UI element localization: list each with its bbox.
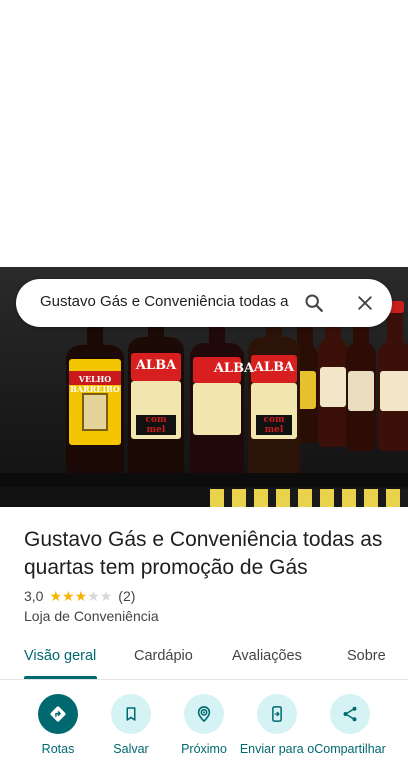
save-button[interactable]: Salvar — [91, 694, 171, 756]
directions-label: Rotas — [41, 742, 75, 756]
nearby-label: Próximo — [181, 742, 227, 756]
star-icon: ★ — [99, 588, 113, 604]
nearby-icon — [184, 694, 224, 734]
nearby-button[interactable]: Próximo — [164, 694, 244, 756]
tab-overview[interactable]: Visão geral — [24, 648, 96, 664]
star-icon: ★ — [87, 588, 100, 604]
tab-indicator — [24, 676, 97, 679]
send-to-phone-icon — [257, 694, 297, 734]
directions-button[interactable]: Rotas — [18, 694, 98, 756]
bottle-alba: ALBA com mel — [248, 297, 300, 477]
tab-reviews[interactable]: Avaliações — [232, 648, 302, 664]
star-icon: ★ — [62, 588, 75, 604]
tab-menu[interactable]: Cardápio — [134, 648, 193, 664]
bottle — [378, 301, 408, 451]
shelf — [0, 473, 408, 487]
label-text: VELHO BARREIRO — [70, 374, 120, 394]
share-icon — [330, 694, 370, 734]
map-area[interactable] — [0, 0, 408, 267]
label-text: ALBA — [135, 358, 177, 373]
label-text: com mel — [255, 415, 293, 435]
rating-value: 3,0 — [24, 588, 44, 604]
save-label: Salvar — [113, 742, 149, 756]
rating-row[interactable]: 3,0 ★ ★ ★ ★ ★ (2) — [24, 587, 135, 605]
place-category[interactable]: Loja de Conveniência — [24, 608, 159, 624]
action-bar: Rotas Salvar Próximo Enviar para o Compa… — [0, 694, 408, 774]
rating-stars: ★ ★ ★ ★ ★ — [49, 589, 112, 603]
bottle — [318, 297, 348, 447]
star-icon: ★ — [74, 588, 88, 604]
bookmark-icon — [111, 694, 151, 734]
tab-about[interactable]: Sobre — [347, 648, 386, 664]
place-tabs: Visão geral Cardápio Avaliações Sobre — [0, 640, 408, 680]
send-to-phone-button[interactable]: Enviar para o — [237, 694, 317, 756]
bottle — [346, 301, 376, 451]
share-label: Compartilhar — [314, 742, 386, 756]
lower-shelf-items — [210, 489, 408, 507]
search-input[interactable]: Gustavo Gás e Conveniência todas a — [40, 293, 304, 310]
label-text: ALBA — [213, 361, 255, 376]
close-icon[interactable] — [349, 287, 381, 319]
place-title: Gustavo Gás e Conveniência todas as quar… — [24, 528, 383, 579]
share-button[interactable]: Compartilhar — [310, 694, 390, 756]
search-bar[interactable]: Gustavo Gás e Conveniência todas a — [16, 279, 392, 327]
search-icon[interactable] — [298, 287, 330, 319]
label-text: com mel — [136, 415, 176, 435]
directions-icon — [38, 694, 78, 734]
bottle-alba: ALBA com mel — [128, 297, 184, 477]
bottle-velho-barreiro: VELHO BARREIRO — [66, 305, 124, 475]
review-count[interactable]: (2) — [118, 588, 135, 604]
star-icon: ★ — [49, 588, 63, 604]
send-to-phone-label: Enviar para o — [239, 742, 315, 756]
